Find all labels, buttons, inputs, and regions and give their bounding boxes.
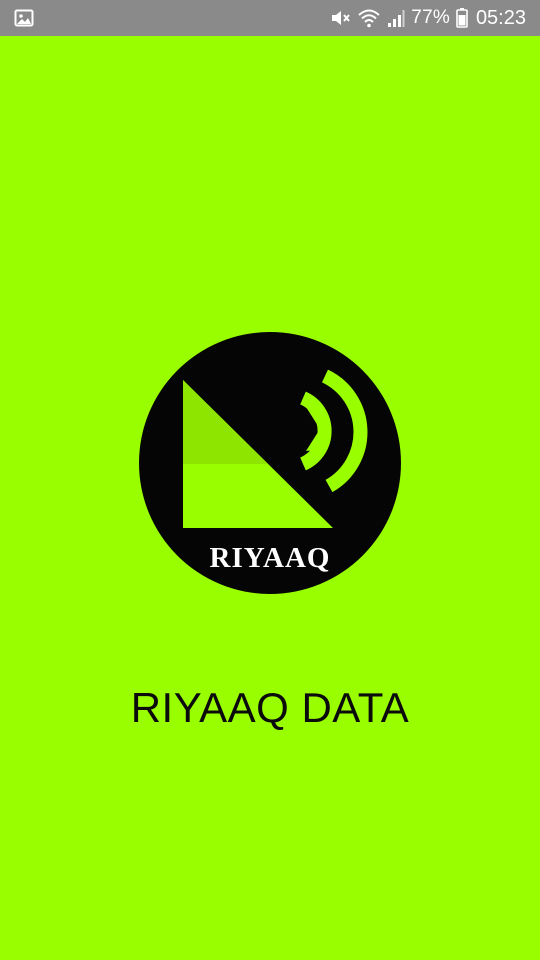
splash-screen: RIYAAQ RIYAAQ DATA	[0, 36, 540, 960]
app-logo: RIYAAQ	[137, 330, 403, 596]
image-icon	[14, 8, 34, 28]
wifi-icon	[357, 7, 381, 29]
battery-percent: 77%	[411, 7, 450, 28]
signal-icon	[387, 8, 405, 28]
app-name: RIYAAQ DATA	[130, 684, 410, 731]
clock: 05:23	[475, 6, 526, 29]
battery-icon	[456, 8, 468, 28]
status-icons: 77% 05:23	[329, 0, 526, 36]
mute-icon	[329, 7, 351, 29]
logo-text: RIYAAQ	[210, 542, 331, 574]
status-bar: 77% 05:23	[0, 0, 540, 36]
